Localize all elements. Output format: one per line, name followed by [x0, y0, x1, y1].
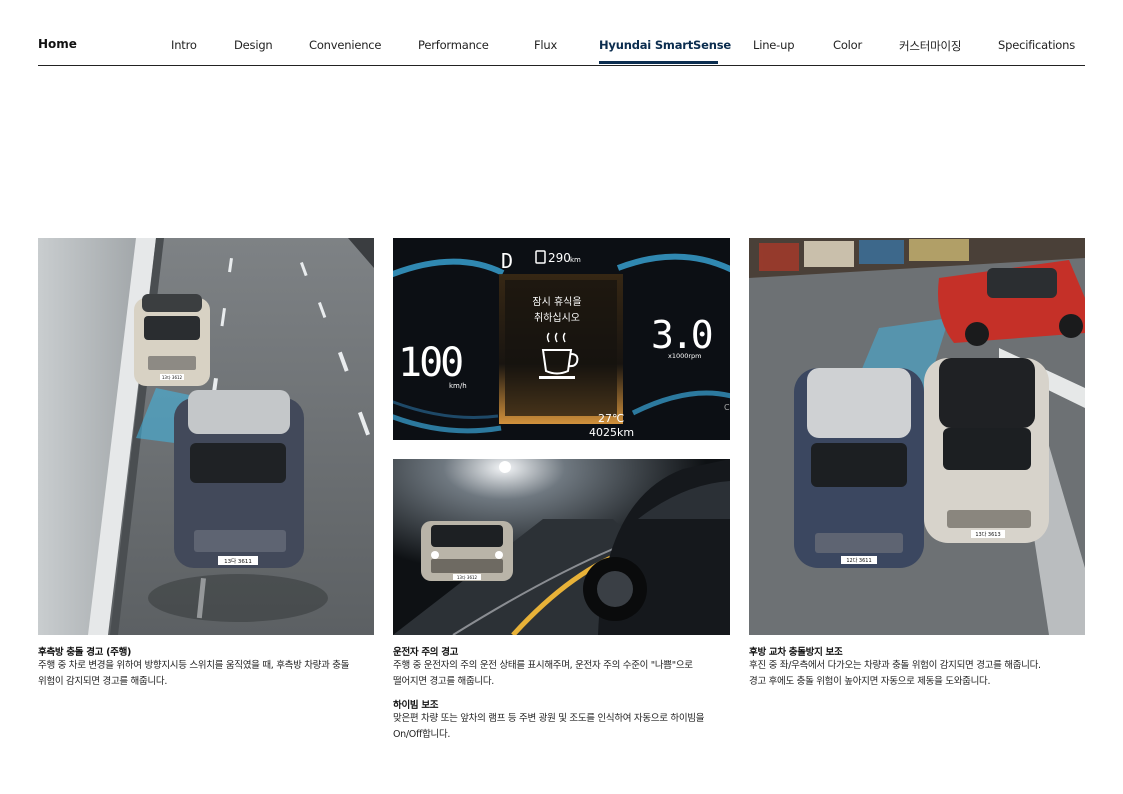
rpm-value: 3.0 [651, 313, 712, 357]
rear-cross-traffic-line-2: 경고 후에도 충돌 위험이 높아지면 자동으로 제동을 도와줍니다. [749, 676, 991, 687]
rear-cross-traffic-title: 후방 교차 충돌방지 보조 [749, 647, 843, 658]
parking-lot-illustration: 12다 3611 13다 3613 [749, 238, 1085, 635]
blind-spot-warning-title: 후측방 충돌 경고 (주행) [38, 647, 132, 658]
driver-attention-description: 주행 중 운전자의 주의 운전 상태를 표시해주며, 운전자 주의 수준이 "나… [393, 658, 733, 690]
top-navigation: Home Intro Design Convenience Performanc… [38, 0, 1085, 66]
high-beam-assist-description: 맞은편 차량 또는 앞차의 램프 등 주변 광원 및 조도를 인식하여 자동으로… [393, 711, 733, 743]
nav-tab-color[interactable]: Color [833, 38, 862, 52]
active-tab-indicator [599, 61, 718, 64]
fuel-range-unit: km [570, 256, 581, 264]
instrument-cluster-illustration: D 290 km 잠시 휴식을 취하십시오 100 km/h 3.0 x1000… [393, 238, 730, 440]
driver-attention-title: 운전자 주의 경고 [393, 647, 459, 658]
speed-value: 100 [398, 340, 462, 386]
driver-attention-line-2: 떨어지면 경고를 해줍니다. [393, 676, 494, 687]
blind-spot-warning-description: 주행 중 차로 변경을 위하여 방향지시등 스위치를 움직였을 때, 후측방 차… [38, 658, 378, 690]
nav-tab-performance[interactable]: Performance [418, 38, 489, 52]
nav-tab-intro[interactable]: Intro [171, 38, 197, 52]
high-beam-assist-line-1: 맞은편 차량 또는 앞차의 램프 등 주변 광원 및 조도를 인식하여 자동으로… [393, 713, 705, 724]
blind-spot-warning-line-1: 주행 중 차로 변경을 위하여 방향지시등 스위치를 움직였을 때, 후측방 차… [38, 660, 350, 671]
high-beam-assist-title: 하이빔 보조 [393, 700, 439, 711]
nav-tab-specifications[interactable]: Specifications [998, 38, 1075, 52]
gear-indicator: D [501, 249, 513, 273]
rear-cross-traffic-image: 12다 3611 13다 3613 [749, 238, 1085, 635]
odometer-value: 4025km [589, 426, 634, 439]
night-road-illustration: 13다 3612 [393, 459, 730, 635]
rear-cross-traffic-description: 후진 중 좌/우측에서 다가오는 차량과 충돌 위험이 감지되면 경고를 해줍니… [749, 658, 1089, 690]
fuel-range-value: 290 [548, 251, 571, 265]
blue-car-plate: 12다 3611 [846, 557, 871, 564]
nav-tab-convenience[interactable]: Convenience [309, 38, 381, 52]
rest-message-line-1: 잠시 휴식을 [532, 296, 581, 308]
front-car-plate: 13다 3611 [224, 557, 252, 565]
approaching-car-plate: 13다 3612 [457, 574, 478, 580]
blind-spot-warning-line-2: 위험이 감지되면 경고를 해줍니다. [38, 676, 168, 687]
nav-home-link[interactable]: Home [38, 37, 77, 51]
rpm-unit: x1000rpm [668, 352, 702, 360]
rear-cross-traffic-line-1: 후진 중 좌/우측에서 다가오는 차량과 충돌 위험이 감지되면 경고를 해줍니… [749, 660, 1041, 671]
approaching-car: 13다 3612 [421, 521, 513, 581]
nav-tab-flux[interactable]: Flux [534, 38, 557, 52]
outside-temperature: 27℃ [598, 412, 624, 425]
rear-car-plate: 13다 3612 [162, 374, 183, 380]
driver-attention-line-1: 주행 중 운전자의 주의 운전 상태를 표시해주며, 운전자 주의 수준이 "나… [393, 660, 693, 671]
rear-car: 13다 3612 [134, 294, 210, 386]
highway-scene-illustration: 13다 3612 13다 3611 [38, 238, 374, 635]
nav-tab-smartsense[interactable]: Hyundai SmartSense [599, 38, 731, 52]
speed-unit: km/h [449, 382, 467, 390]
front-car: 13다 3611 [148, 390, 328, 622]
high-beam-assist-line-2: On/Off합니다. [393, 729, 451, 740]
nav-tab-lineup[interactable]: Line-up [753, 38, 795, 52]
nav-tab-design[interactable]: Design [234, 38, 273, 52]
high-beam-assist-image: 13다 3612 [393, 459, 730, 635]
rest-message-line-2: 취하십시오 [534, 311, 580, 324]
blind-spot-warning-image: 13다 3612 13다 3611 [38, 238, 374, 635]
driver-attention-cluster-image: D 290 km 잠시 휴식을 취하십시오 100 km/h 3.0 x1000… [393, 238, 730, 440]
nav-tab-customizing[interactable]: 커스터마이징 [899, 38, 961, 54]
blue-car: 12다 3611 [794, 368, 924, 568]
cluster-edge-letter: C [724, 403, 730, 412]
